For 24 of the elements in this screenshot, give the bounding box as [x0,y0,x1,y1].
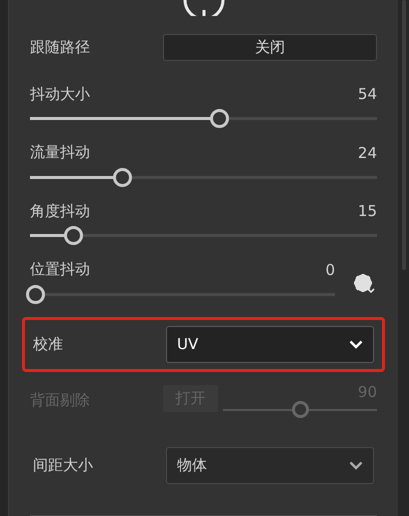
slider-label: 角度抖动 [30,202,91,221]
chevron-down-icon [349,461,363,470]
slider-thumb[interactable] [64,226,84,246]
chevron-down-icon [349,340,363,349]
slider-value: 0 [325,260,335,279]
slider-thumb[interactable] [112,168,132,187]
slider[interactable] [30,168,377,187]
dropdown[interactable]: UV [166,326,374,363]
slider-value: 15 [358,202,377,220]
slider[interactable] [30,109,377,128]
toggle-button[interactable]: 关闭 [163,34,377,61]
slider-value: 54 [358,85,377,104]
dropdown[interactable]: 物体 [166,447,374,484]
slider-value: 24 [358,144,377,162]
slider-label: 抖动大小 [30,84,91,104]
slider-thumb[interactable] [210,109,229,128]
slider-thumb[interactable] [26,284,45,304]
slider[interactable] [30,226,377,246]
row-label: 跟随路径 [30,38,91,57]
slider-label: 位置抖动 [30,260,91,280]
slider-label: 流量抖动 [30,143,91,162]
row-label: 校准 [33,334,64,354]
target-icon [182,0,226,16]
row-label: 间距大小 [33,456,94,476]
